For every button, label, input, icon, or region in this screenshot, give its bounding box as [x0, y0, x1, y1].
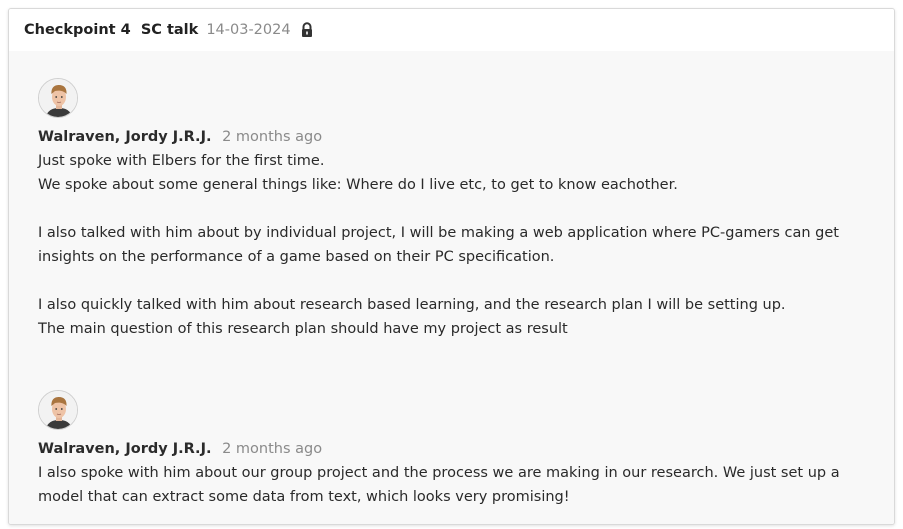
avatar[interactable] [38, 78, 78, 118]
comment-line: We spoke about some general things like:… [38, 177, 678, 193]
comments-area: Walraven, Jordy J.R.J. 2 months ago Just… [9, 51, 894, 524]
comment-meta: Walraven, Jordy J.R.J. 2 months ago [38, 437, 882, 461]
comment-timestamp: 2 months ago [222, 441, 323, 457]
checkpoint-card: Checkpoint 4 SC talk 14-03-2024 Walraven… [8, 8, 895, 525]
comment-text: I also spoke with him about our group pr… [38, 461, 882, 509]
comment-text: Just spoke with Elbers for the first tim… [38, 149, 882, 341]
checkpoint-date: 14-03-2024 [206, 22, 291, 38]
comment-line: I also talked with him about by individu… [38, 225, 839, 265]
comment-author[interactable]: Walraven, Jordy J.R.J. [38, 441, 211, 457]
comment-timestamp: 2 months ago [222, 129, 323, 145]
comment-line: Just spoke with Elbers for the first tim… [38, 153, 325, 169]
comment-meta: Walraven, Jordy J.R.J. 2 months ago [38, 125, 882, 149]
comment-line: I also spoke with him about our group pr… [38, 465, 840, 505]
comment-line [38, 269, 882, 293]
comment-line: I also quickly talked with him about res… [38, 297, 786, 313]
comment-line: The main question of this research plan … [38, 321, 568, 337]
lock-icon [300, 22, 314, 38]
card-header: Checkpoint 4 SC talk 14-03-2024 [9, 9, 894, 51]
comment-line [38, 197, 882, 221]
comment-item: Walraven, Jordy J.R.J. 2 months ago I al… [38, 390, 882, 509]
avatar[interactable] [38, 390, 78, 430]
comment-item: Walraven, Jordy J.R.J. 2 months ago Just… [38, 78, 882, 341]
checkpoint-title: Checkpoint 4 SC talk [24, 22, 199, 38]
comment-author[interactable]: Walraven, Jordy J.R.J. [38, 129, 211, 145]
